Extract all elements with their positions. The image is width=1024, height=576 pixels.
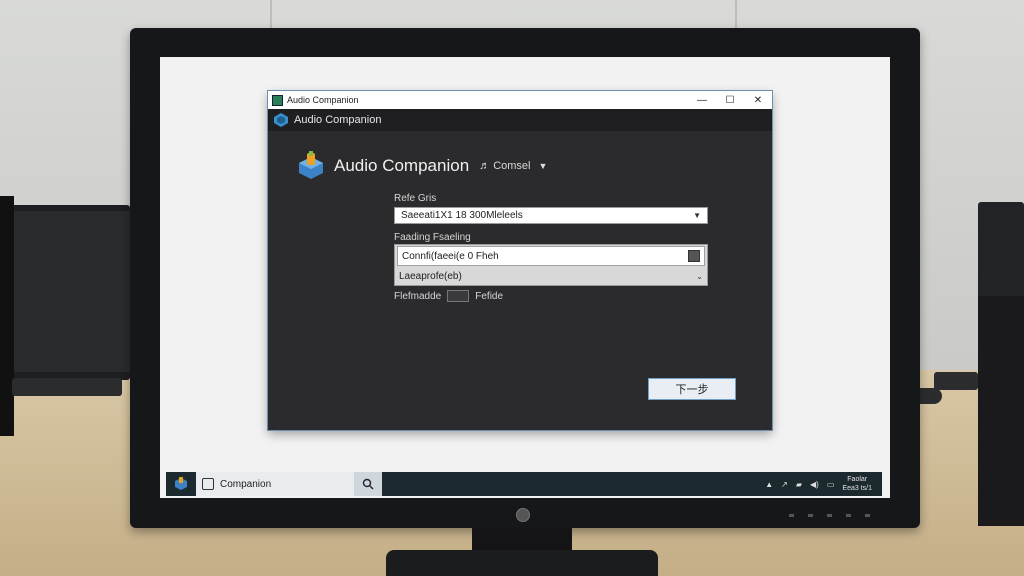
- background-tower-right: [978, 296, 1024, 526]
- start-button[interactable]: [166, 472, 196, 496]
- checkbox[interactable]: [447, 290, 470, 302]
- keyboard-icon[interactable]: ▭: [827, 480, 835, 489]
- background-tower-left: [0, 196, 14, 436]
- next-button[interactable]: 下一步: [648, 378, 736, 400]
- network-icon[interactable]: ▰: [796, 480, 802, 489]
- background-keyboard-left: [12, 378, 122, 396]
- device-select[interactable]: Saeeati1X1 18 300Mleleels ▼: [394, 207, 708, 224]
- list-item[interactable]: Laeaprofe(eb) ⌄: [395, 266, 707, 286]
- chevron-down-icon[interactable]: ⌄: [696, 272, 703, 281]
- search-icon: [362, 478, 374, 490]
- maximize-button[interactable]: ☐: [716, 91, 744, 109]
- brand-name: Audio Companion: [334, 156, 470, 175]
- close-button[interactable]: ✕: [744, 91, 772, 109]
- audio-companion-taskbar-icon: [175, 477, 187, 490]
- window-title: Audio Companion: [287, 95, 359, 105]
- system-tray: ▲ ↗ ▰ ◀) ▭ Faolar Eea3 ts/1: [765, 475, 882, 493]
- app-window: Audio Companion — ☐ ✕ Audio Companion Au…: [268, 91, 772, 430]
- monitor-stand-base: [386, 550, 658, 576]
- chevron-up-icon[interactable]: ▲: [765, 480, 773, 489]
- app-header-title: Audio Companion: [294, 114, 382, 126]
- brand-row: Audio Companion ♬ Comsel ▼: [296, 151, 547, 181]
- taskbar-item-label: Companion: [220, 478, 272, 490]
- format-list[interactable]: Connfi(faeei(e 0 Fheh Laeaprofe(eb) ⌄: [394, 244, 708, 286]
- app-header: Audio Companion: [268, 109, 772, 131]
- volume-icon[interactable]: ◀): [810, 480, 819, 489]
- profile-selector[interactable]: ♬ Comsel: [479, 160, 530, 172]
- audio-companion-logo-icon: [274, 113, 288, 127]
- background-monitor-left: [0, 205, 130, 380]
- monitor-logo: [516, 508, 530, 522]
- list-item-button[interactable]: [688, 250, 700, 262]
- clock[interactable]: Faolar Eea3 ts/1: [842, 475, 872, 493]
- chevron-down-icon[interactable]: ▼: [693, 211, 701, 220]
- checkbox-prefix-label: Flefmadde: [394, 290, 442, 302]
- taskbar: Companion ▲ ↗ ▰ ◀) ▭ Faolar Eea3 ts/1: [166, 472, 882, 496]
- monitor-buttons: [789, 514, 870, 517]
- arrow-icon[interactable]: ↗: [781, 480, 788, 489]
- checkbox-row: Flefmadde Fefide: [394, 290, 503, 302]
- taskbar-item-companion[interactable]: Companion: [196, 472, 354, 496]
- app-icon: [272, 94, 283, 106]
- device-select-value: Saeeati1X1 18 300Mleleels: [401, 210, 523, 221]
- background-keyboard-right: [934, 372, 978, 390]
- list-item[interactable]: Connfi(faeei(e 0 Fheh: [397, 246, 705, 266]
- checkbox-suffix-label: Fefide: [475, 290, 504, 302]
- minimize-button[interactable]: —: [688, 91, 716, 109]
- screen: Audio Companion — ☐ ✕ Audio Companion Au…: [160, 57, 890, 498]
- search-button[interactable]: [354, 472, 382, 496]
- audio-companion-brand-icon: [299, 151, 323, 179]
- window-icon: [202, 478, 214, 490]
- format-label: Faading Fsaeling: [394, 232, 471, 243]
- chevron-down-icon[interactable]: ▼: [539, 161, 548, 171]
- device-label: Refe Gris: [394, 193, 437, 204]
- title-bar[interactable]: Audio Companion — ☐ ✕: [268, 91, 772, 109]
